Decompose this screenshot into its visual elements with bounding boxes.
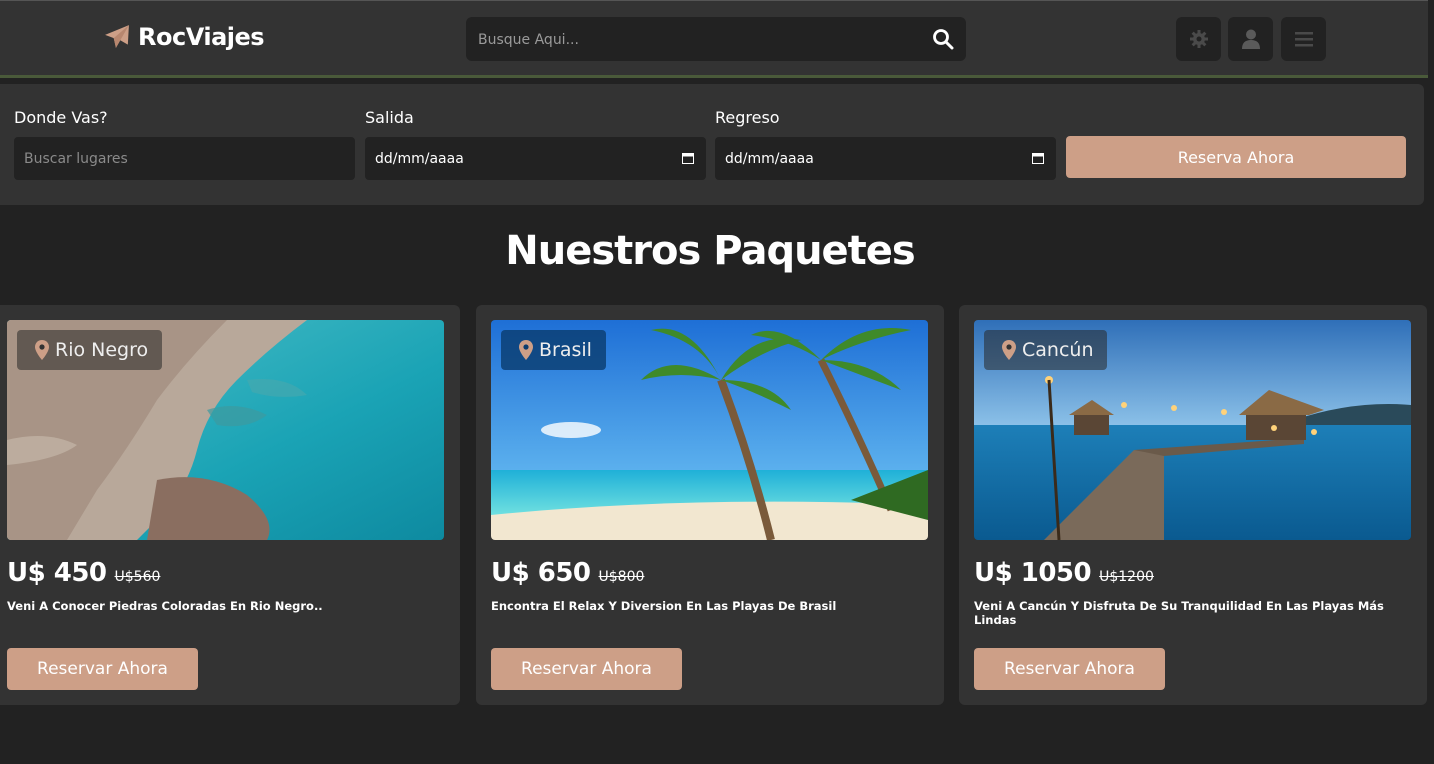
return-date-value: dd/mm/aaaa [725, 150, 814, 167]
destination-label: Donde Vas? [14, 108, 108, 127]
reserve-package-button[interactable]: Reservar Ahora [7, 648, 198, 690]
search-bar [466, 17, 966, 63]
section-title: Nuestros Paquetes [505, 228, 915, 274]
destination-field-group: Donde Vas? Buscar lugares [14, 108, 355, 180]
booking-form: Donde Vas? Buscar lugares Salida dd/mm/a… [0, 84, 1424, 205]
brand-logo[interactable]: RocViajes [104, 23, 265, 51]
paper-plane-icon [105, 25, 129, 48]
current-price: U$ 1050 [974, 558, 1092, 588]
gear-icon [1189, 30, 1208, 48]
brand-name: RocViajes [138, 23, 265, 51]
package-description: Encontra El Relax Y Diversion En Las Pla… [491, 599, 837, 613]
package-price: U$ 650 U$800 [491, 558, 644, 588]
package-price: U$ 450 U$560 [7, 558, 160, 588]
calendar-icon[interactable] [1032, 152, 1044, 164]
user-button[interactable] [1228, 17, 1273, 61]
package-description: Veni A Cancún Y Disfruta De Su Tranquili… [974, 599, 1384, 627]
departure-field-group: Salida dd/mm/aaaa [365, 108, 706, 180]
location-name: Brasil [539, 339, 592, 361]
location-name: Rio Negro [55, 339, 149, 361]
reserve-package-button[interactable]: Reservar Ahora [974, 648, 1165, 690]
package-card: Cancún U$ 1050 U$1200 Veni A Cancún Y Di… [959, 305, 1427, 705]
departure-label: Salida [365, 108, 414, 127]
old-price: U$1200 [1099, 569, 1154, 585]
map-pin-icon [519, 340, 533, 360]
package-image[interactable]: Cancún [974, 320, 1411, 540]
package-image[interactable]: Brasil [491, 320, 928, 540]
current-price: U$ 650 [491, 558, 591, 588]
current-price: U$ 450 [7, 558, 107, 588]
return-date-input[interactable]: dd/mm/aaaa [715, 137, 1056, 180]
menu-button[interactable] [1281, 17, 1326, 61]
package-card: Brasil U$ 650 U$800 Encontra El Relax Y … [476, 305, 944, 705]
package-price: U$ 1050 U$1200 [974, 558, 1154, 588]
departure-date-value: dd/mm/aaaa [375, 150, 464, 167]
old-price: U$800 [598, 569, 645, 585]
top-navbar: RocViajes [0, 0, 1428, 78]
return-field-group: Regreso dd/mm/aaaa [715, 108, 1056, 180]
package-image[interactable]: Rio Negro [7, 320, 444, 540]
search-input[interactable] [476, 17, 920, 63]
menu-icon [1294, 32, 1313, 47]
map-pin-icon [1002, 340, 1016, 360]
location-badge: Brasil [501, 330, 606, 370]
package-card: Rio Negro U$ 450 U$560 Veni A Conocer Pi… [0, 305, 460, 705]
user-icon [1241, 29, 1260, 49]
return-label: Regreso [715, 108, 780, 127]
calendar-icon[interactable] [682, 152, 694, 164]
destination-input[interactable]: Buscar lugares [14, 137, 355, 180]
map-pin-icon [35, 340, 49, 360]
location-badge: Cancún [984, 330, 1108, 370]
settings-button[interactable] [1176, 17, 1221, 61]
package-description: Veni A Conocer Piedras Coloradas En Rio … [7, 599, 323, 613]
location-name: Cancún [1022, 339, 1094, 361]
departure-date-input[interactable]: dd/mm/aaaa [365, 137, 706, 180]
location-badge: Rio Negro [17, 330, 163, 370]
reserve-package-button[interactable]: Reservar Ahora [491, 648, 682, 690]
old-price: U$560 [114, 569, 161, 585]
search-icon[interactable] [932, 28, 954, 50]
destination-placeholder: Buscar lugares [24, 150, 128, 167]
reserve-now-button[interactable]: Reserva Ahora [1066, 136, 1406, 178]
